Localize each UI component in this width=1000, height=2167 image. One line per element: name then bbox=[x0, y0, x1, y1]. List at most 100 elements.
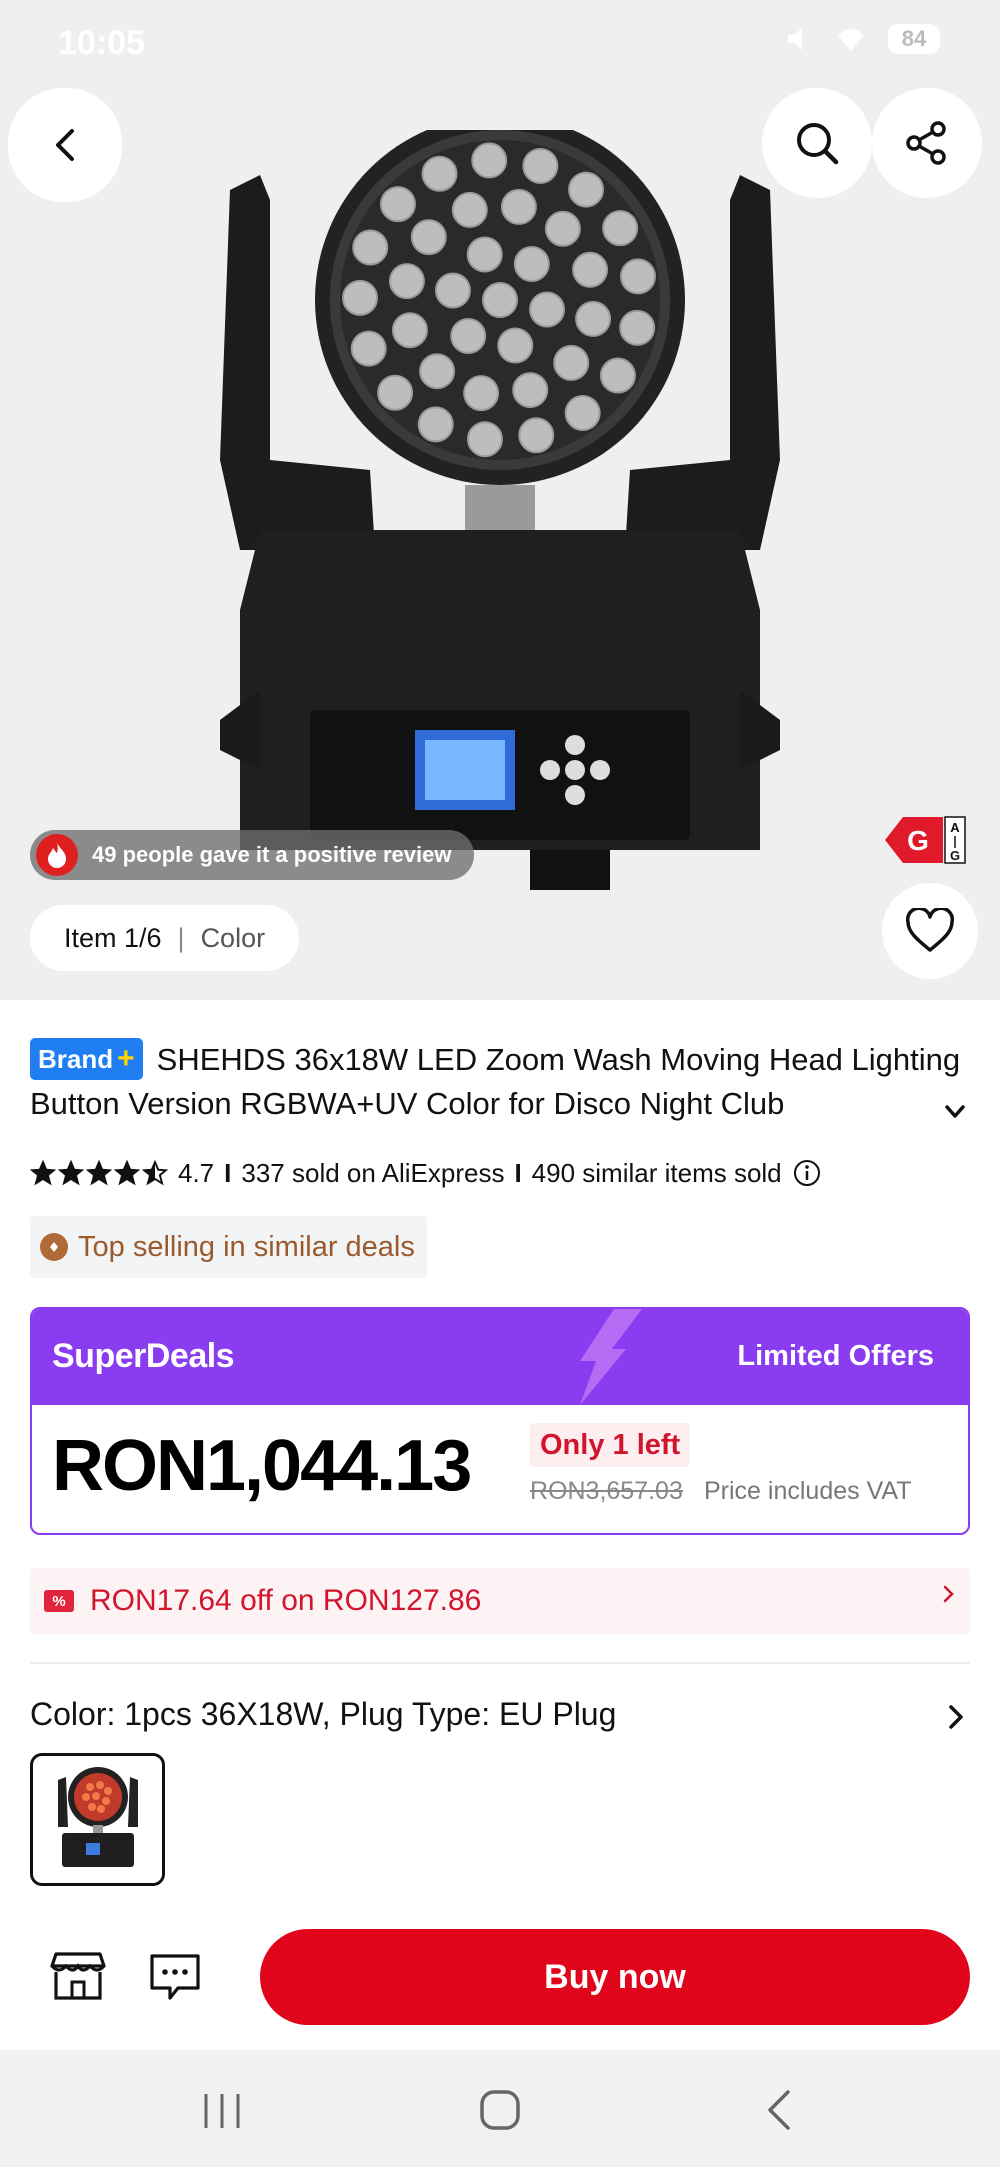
led-lens bbox=[352, 229, 389, 266]
variant-thumbnail-image bbox=[57, 1766, 138, 1867]
home-icon[interactable] bbox=[470, 2088, 530, 2134]
sale-price: RON1,044.13 bbox=[52, 1426, 472, 1506]
led-lens bbox=[434, 272, 471, 309]
lightning-icon bbox=[580, 1309, 642, 1405]
fire-icon bbox=[36, 834, 78, 876]
info-icon[interactable] bbox=[792, 1158, 822, 1188]
led-lens bbox=[417, 406, 454, 443]
star-icon bbox=[58, 1160, 84, 1186]
chevron-right-icon bbox=[949, 1705, 963, 1729]
vat-note: Price includes VAT bbox=[704, 1477, 912, 1505]
back-arrow-icon bbox=[56, 129, 74, 161]
led-lens bbox=[553, 344, 590, 381]
led-lens bbox=[529, 291, 566, 328]
status-bar: 10:05 84 bbox=[0, 0, 1000, 90]
variant-thumbnail[interactable] bbox=[30, 1753, 165, 1886]
wifi-icon bbox=[838, 29, 864, 51]
led-lens bbox=[544, 210, 581, 247]
brand-badge-label: Brand bbox=[38, 1044, 114, 1074]
top-selling-badge[interactable]: Top selling in similar deals bbox=[30, 1216, 427, 1278]
star-icon bbox=[142, 1160, 168, 1186]
battery-icon: 84 bbox=[888, 24, 940, 54]
led-lens bbox=[497, 327, 534, 364]
coupon-icon: % bbox=[44, 1590, 74, 1612]
superdeals-header: SuperDeals Limited Offers bbox=[32, 1309, 968, 1405]
star-icon bbox=[30, 1160, 56, 1186]
stock-badge: Only 1 left bbox=[530, 1423, 691, 1467]
share-button[interactable] bbox=[872, 88, 982, 198]
divider bbox=[30, 1662, 970, 1664]
search-button[interactable] bbox=[762, 88, 872, 198]
gallery-tabs: Item 1/6 | Color bbox=[30, 905, 300, 971]
led-lens bbox=[450, 317, 487, 354]
variant-selector-row[interactable]: Color: 1pcs 36X18W, Plug Type: EU Plug bbox=[30, 1696, 970, 1744]
back-button[interactable] bbox=[8, 88, 122, 202]
energy-label-class: G bbox=[907, 825, 929, 856]
led-lens bbox=[564, 394, 601, 431]
coupon-text: RON17.64 off on RON127.86 bbox=[90, 1584, 482, 1617]
share-icon bbox=[906, 121, 946, 165]
led-lens bbox=[500, 188, 537, 225]
review-banner: 49 people gave it a positive review bbox=[30, 830, 474, 880]
heart-icon bbox=[905, 908, 955, 952]
rating-stars bbox=[30, 1160, 168, 1186]
led-lens bbox=[471, 142, 508, 179]
chevron-down-icon[interactable] bbox=[944, 1104, 966, 1120]
status-time: 10:05 bbox=[58, 24, 145, 62]
system-nav-bar bbox=[0, 2050, 1000, 2167]
energy-scale-bottom: G bbox=[950, 848, 960, 863]
product-gallery[interactable]: 10:05 84 49 people gave it a positive re… bbox=[0, 0, 1000, 1000]
chat-icon[interactable] bbox=[148, 1952, 202, 2002]
store-icon[interactable] bbox=[50, 1950, 106, 2002]
tab-item-indicator[interactable]: Item 1/6 bbox=[64, 923, 162, 954]
led-lens bbox=[522, 147, 559, 184]
energy-scale-top: A bbox=[950, 820, 960, 835]
product-title-block[interactable]: Brand + SHEHDS 36x18W LED Zoom Wash Moving… bbox=[30, 1038, 970, 1126]
led-lens bbox=[482, 282, 518, 318]
superdeals-offers-label: Limited Offers bbox=[737, 1340, 934, 1372]
review-banner-text: 49 people gave it a positive review bbox=[92, 842, 452, 867]
product-image bbox=[220, 130, 780, 890]
led-lens bbox=[463, 375, 500, 412]
led-lens bbox=[619, 258, 656, 295]
led-lens bbox=[599, 357, 636, 394]
tab-color[interactable]: Color bbox=[201, 923, 266, 954]
favorite-button[interactable] bbox=[882, 883, 978, 979]
superdeals-card[interactable]: SuperDeals Limited Offers RON1,044.13 On… bbox=[30, 1307, 970, 1535]
search-icon bbox=[797, 123, 839, 165]
chevron-right-icon bbox=[943, 1585, 954, 1603]
led-lens bbox=[410, 219, 447, 256]
led-lens bbox=[466, 236, 503, 273]
product-title: SHEHDS 36x18W LED Zoom Wash Moving Head … bbox=[30, 1042, 961, 1121]
led-lens bbox=[419, 353, 456, 390]
led-lens bbox=[391, 312, 428, 349]
led-lens bbox=[512, 372, 549, 409]
rating-row[interactable]: 4.7 I 337 sold on AliExpress I 490 simil… bbox=[30, 1153, 822, 1193]
medal-icon bbox=[40, 1233, 68, 1261]
led-lens bbox=[572, 251, 609, 288]
status-icons: 84 bbox=[784, 24, 940, 54]
recent-apps-icon[interactable] bbox=[192, 2088, 252, 2134]
product-title-text: Brand + SHEHDS 36x18W LED Zoom Wash Moving… bbox=[30, 1038, 970, 1126]
led-lens bbox=[466, 421, 503, 458]
led-lens bbox=[379, 186, 416, 223]
led-lens bbox=[350, 330, 387, 367]
superdeals-title: SuperDeals bbox=[52, 1337, 235, 1375]
led-lens bbox=[388, 263, 425, 300]
tab-separator: | bbox=[177, 922, 185, 953]
buy-now-button[interactable]: Buy now bbox=[260, 1929, 970, 2025]
rating-separator: I bbox=[224, 1157, 232, 1188]
energy-label-badge[interactable]: G A G bbox=[885, 815, 967, 865]
led-lens bbox=[602, 210, 639, 247]
led-lens bbox=[575, 300, 612, 337]
led-lens bbox=[377, 374, 414, 411]
led-lens bbox=[451, 191, 488, 228]
led-lens bbox=[513, 246, 550, 283]
star-icon bbox=[86, 1160, 112, 1186]
original-price: RON3,657.03 bbox=[530, 1477, 683, 1505]
superdeals-body: RON1,044.13 Only 1 left RON3,657.03 Pric… bbox=[32, 1405, 968, 1533]
coupon-row[interactable]: % RON17.64 off on RON127.86 bbox=[30, 1568, 970, 1634]
led-lens bbox=[421, 155, 458, 192]
brand-badge-plus: + bbox=[117, 1042, 135, 1075]
nav-back-icon[interactable] bbox=[750, 2088, 810, 2134]
